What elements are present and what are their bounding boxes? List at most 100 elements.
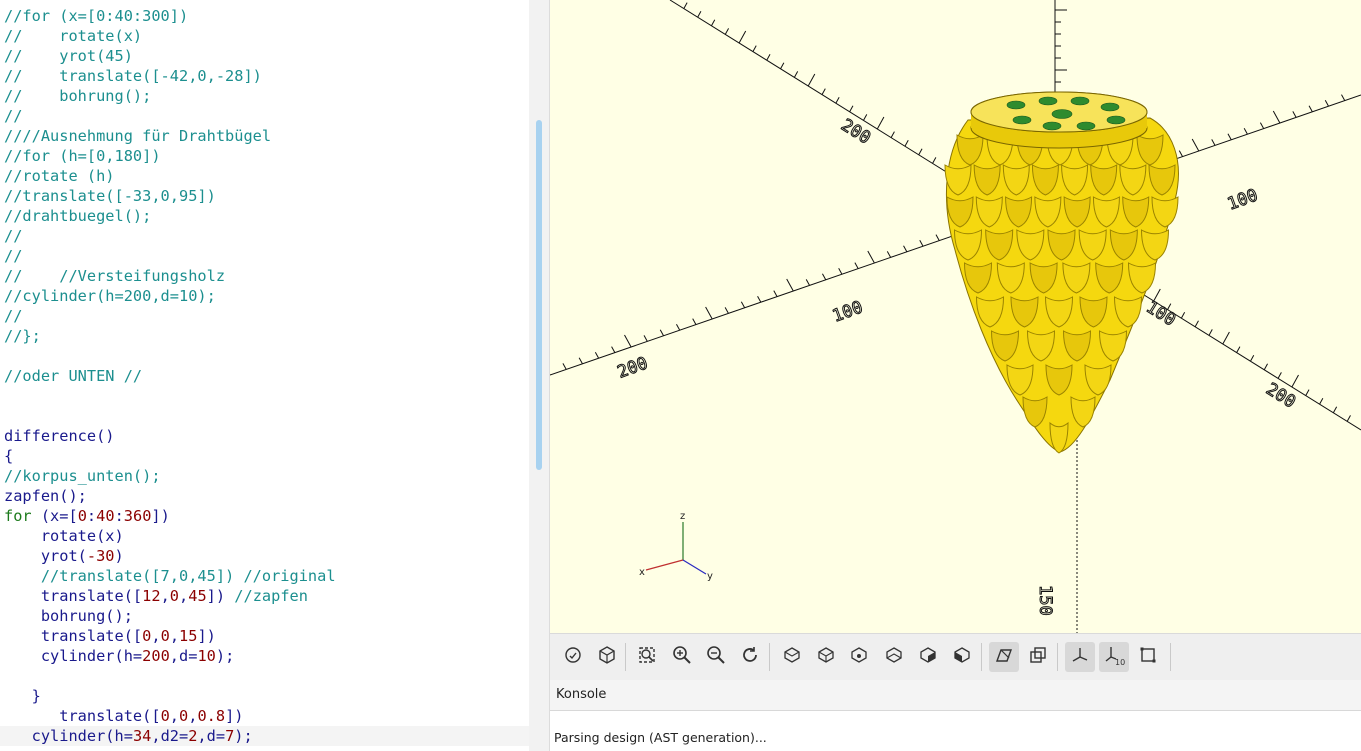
preview-button[interactable]	[558, 642, 588, 672]
cone-hole	[1070, 96, 1090, 106]
code-line[interactable]: //rotate (h)	[4, 166, 115, 186]
orthogonal-button[interactable]	[1023, 642, 1053, 672]
code-token: ,	[169, 627, 180, 645]
code-line[interactable]: translate([0,0,0.8])	[4, 706, 244, 726]
code-line[interactable]: //drahtbuegel();	[4, 206, 151, 226]
code-line[interactable]: translate([0,0,15])	[4, 626, 216, 646]
show-edges-button[interactable]	[1133, 642, 1163, 672]
orthogonal-icon	[1027, 644, 1049, 670]
code-token: //	[4, 227, 23, 245]
code-line[interactable]: //translate([7,0,45]) //original	[4, 566, 336, 586]
toolbar-separator	[625, 643, 626, 671]
code-line[interactable]: difference()	[4, 426, 115, 446]
code-line[interactable]: }	[4, 686, 41, 706]
view-front-button[interactable]	[913, 642, 943, 672]
view-back-button[interactable]	[947, 642, 977, 672]
code-token: -30	[86, 547, 115, 565]
code-token: 45	[188, 587, 207, 605]
code-token: ,d=	[169, 647, 198, 665]
3d-viewport[interactable]: 200 100 100 200 100 200 100 150 z x y	[550, 0, 1361, 633]
code-line[interactable]: //translate([-33,0,95])	[4, 186, 216, 206]
cone-hole	[1042, 121, 1062, 131]
code-token: {	[4, 447, 14, 465]
cone-hole	[1038, 96, 1058, 106]
3d-scene: 200 100 100 200 100 200 100 150 z x y	[550, 0, 1361, 633]
view-right-button[interactable]	[777, 642, 807, 672]
code-line[interactable]: //for (x=[0:40:300])	[4, 6, 188, 26]
axis-label-x: x	[639, 567, 645, 578]
code-line[interactable]: for (x=[0:40:360])	[4, 506, 170, 526]
axis-label-z: z	[680, 511, 685, 522]
code-line[interactable]: bohrung();	[4, 606, 133, 626]
code-token: :	[86, 507, 97, 525]
ruler-number: 150	[1035, 585, 1055, 616]
reset-view-button[interactable]	[735, 642, 765, 672]
code-line[interactable]: //oder UNTEN //	[4, 366, 142, 386]
view-toolbar: 10	[550, 633, 1361, 681]
code-line[interactable]: rotate(x)	[4, 526, 124, 546]
view-front-icon	[917, 644, 939, 670]
code-line[interactable]: //	[4, 106, 22, 126]
code-token: :	[114, 507, 124, 525]
code-token: );	[234, 727, 253, 745]
code-token: 12	[142, 587, 161, 605]
code-token: ])	[197, 627, 216, 645]
perspective-icon	[993, 644, 1015, 670]
console-title: Konsole	[556, 687, 607, 702]
code-token: ])	[225, 707, 244, 725]
axes-icon	[1069, 644, 1091, 670]
view-top-icon	[815, 644, 837, 670]
code-line[interactable]: // translate([-42,0,-28])	[4, 66, 262, 86]
scale-markers-icon: 10	[1103, 644, 1125, 670]
perspective-button[interactable]	[989, 642, 1019, 672]
code-line[interactable]: // bohrung();	[4, 86, 151, 106]
code-line[interactable]: cylinder(h=200,d=10);	[4, 646, 234, 666]
view-right-icon	[781, 644, 803, 670]
code-token: ,	[151, 627, 161, 645]
code-token: (x=[	[31, 507, 78, 525]
view-top-button[interactable]	[811, 642, 841, 672]
editor-scrollbar-thumb[interactable]	[536, 120, 542, 470]
code-token: yrot(	[4, 547, 87, 565]
code-editor[interactable]: //for (x=[0:40:300]) // rotate(x) // yrot(…	[0, 0, 529, 751]
view-all-button[interactable]	[632, 642, 662, 672]
code-token: ,d=	[197, 727, 226, 745]
view-bottom-button[interactable]	[844, 642, 874, 672]
code-line[interactable]: //korpus_unten();	[4, 466, 161, 486]
view-left-button[interactable]	[879, 642, 909, 672]
zoom-in-icon	[671, 644, 693, 670]
code-token: 0	[77, 507, 87, 525]
show-scale-markers-button[interactable]: 10	[1099, 642, 1129, 672]
code-token: //rotate (h)	[4, 167, 115, 185]
code-token: //drahtbuegel();	[4, 207, 152, 225]
console-header: Konsole	[550, 680, 1361, 711]
code-token: ////Ausnehmung für Drahtbügel	[4, 127, 272, 145]
show-axes-button[interactable]	[1065, 642, 1095, 672]
code-line[interactable]: // rotate(x)	[4, 26, 142, 46]
code-line[interactable]: // yrot(45)	[4, 46, 133, 66]
reset-view-icon	[739, 644, 761, 670]
code-token: //	[4, 107, 23, 125]
toolbar-separator	[1170, 643, 1171, 671]
code-line[interactable]: translate([12,0,45]) //zapfen	[4, 586, 308, 606]
code-line[interactable]: //	[4, 246, 22, 266]
code-line[interactable]: //	[4, 226, 22, 246]
code-line[interactable]: //for (h=[0,180])	[4, 146, 161, 166]
code-line[interactable]: cylinder(h=34,d2=2,d=7);	[0, 726, 529, 746]
code-token: //translate([-33,0,95])	[4, 187, 216, 205]
code-line[interactable]: yrot(-30)	[4, 546, 124, 566]
zoom-out-button[interactable]	[701, 642, 731, 672]
render-button[interactable]	[592, 642, 622, 672]
code-line[interactable]: zapfen();	[4, 486, 87, 506]
code-line[interactable]: {	[4, 446, 13, 466]
code-line[interactable]: // //Versteifungsholz	[4, 266, 225, 286]
code-line[interactable]: ////Ausnehmung für Drahtbügel	[4, 126, 271, 146]
code-line[interactable]: //};	[4, 326, 41, 346]
cone-hole	[1106, 115, 1126, 125]
code-line[interactable]: //	[4, 306, 22, 326]
code-token: 40	[96, 507, 115, 525]
zoom-in-button[interactable]	[667, 642, 697, 672]
code-token: // rotate(x)	[4, 27, 143, 45]
console-panel[interactable]: Parsing design (AST generation)...	[550, 711, 1361, 751]
code-line[interactable]: //cylinder(h=200,d=10);	[4, 286, 216, 306]
